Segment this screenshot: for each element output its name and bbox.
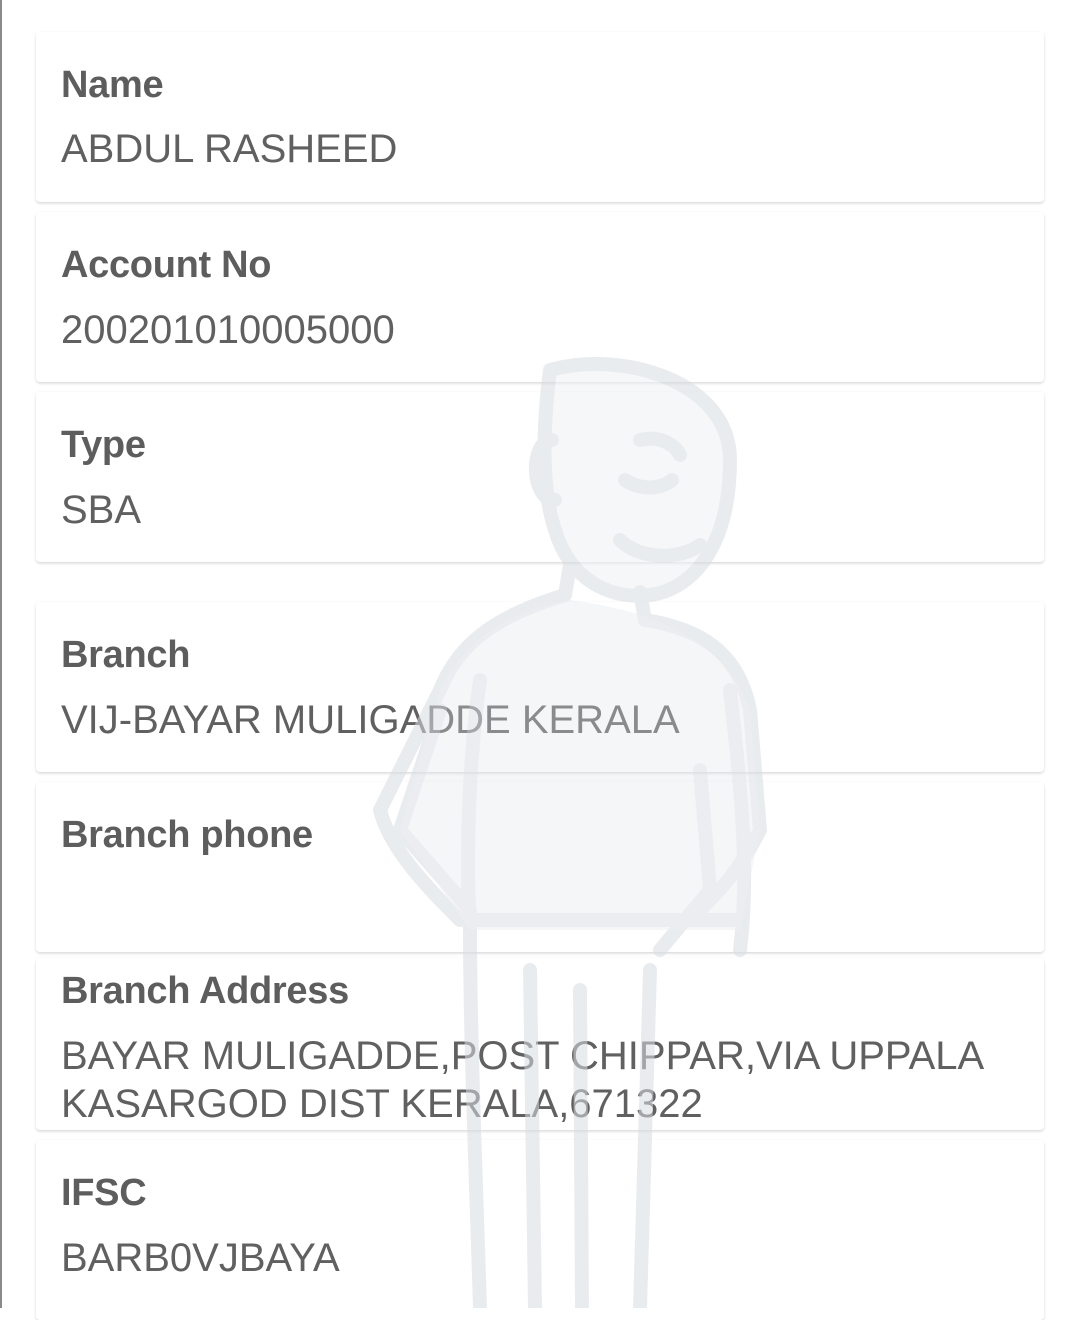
ifsc-label: IFSC (61, 1172, 147, 1214)
name-card: Name ABDUL RASHEED (36, 32, 1044, 202)
branch-address-label: Branch Address (61, 970, 349, 1012)
branch-label: Branch (61, 634, 191, 676)
account-no-value: 200201010005000 (61, 308, 395, 352)
type-card: Type SBA (36, 392, 1044, 562)
branch-address-card: Branch Address BAYAR MULIGADDE,POST CHIP… (36, 958, 1044, 1130)
account-no-label: Account No (61, 244, 272, 286)
branch-card: Branch VIJ-BAYAR MULIGADDE KERALA (36, 602, 1044, 772)
ifsc-value: BARB0VJBAYA (61, 1236, 340, 1280)
branch-phone-card: Branch phone (36, 782, 1044, 952)
ifsc-card: IFSC BARB0VJBAYA (36, 1140, 1044, 1320)
type-value: SBA (61, 488, 142, 532)
branch-value: VIJ-BAYAR MULIGADDE KERALA (61, 698, 680, 742)
account-no-card: Account No 200201010005000 (36, 212, 1044, 382)
branch-address-line-2: KASARGOD DIST KERALA,671322 (61, 1082, 703, 1126)
branch-address-line-1: BAYAR MULIGADDE,POST CHIPPAR,VIA UPPALA (61, 1034, 985, 1078)
branch-phone-label: Branch phone (61, 814, 313, 856)
screen-left-edge (0, 0, 2, 1308)
name-label: Name (61, 64, 164, 106)
type-label: Type (61, 424, 146, 466)
branch-address-value: BAYAR MULIGADDE,POST CHIPPAR,VIA UPPALA … (61, 1032, 1061, 1128)
name-value: ABDUL RASHEED (61, 127, 398, 171)
